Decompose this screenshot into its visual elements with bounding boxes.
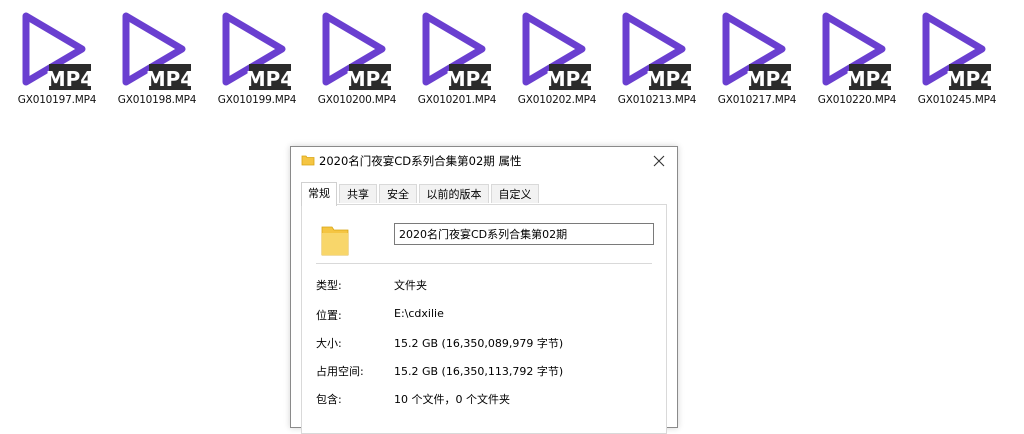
type-label: 类型: — [316, 279, 342, 292]
size-on-disk-value: 15.2 GB (16,350,113,792 字节) — [394, 365, 564, 378]
file-item[interactable]: MP4 GX010217.MP4 — [707, 0, 807, 112]
folder-name-input[interactable] — [394, 223, 654, 245]
svg-text:MP4: MP4 — [846, 67, 891, 91]
play-mp4-icon: MP4 — [222, 12, 291, 91]
play-mp4-icon: MP4 — [122, 12, 191, 91]
file-item[interactable]: MP4 GX010213.MP4 — [607, 0, 707, 112]
type-value: 文件夹 — [394, 279, 427, 292]
folder-icon — [321, 226, 349, 256]
tab-customize[interactable]: 自定义 — [491, 184, 539, 203]
file-name: GX010217.MP4 — [717, 94, 797, 106]
tab-general[interactable]: 常规 — [301, 182, 337, 206]
size-on-disk-label: 占用空间: — [316, 365, 364, 378]
file-item[interactable]: MP4 GX010245.MP4 — [907, 0, 1007, 112]
dialog-title: 2020名门夜宴CD系列合集第02期 属性 — [319, 154, 522, 168]
close-icon — [653, 155, 665, 167]
file-name: GX010220.MP4 — [817, 94, 897, 106]
play-mp4-icon: MP4 — [322, 12, 391, 91]
folder-icon — [301, 155, 315, 166]
close-button[interactable] — [647, 149, 671, 173]
file-item[interactable]: MP4 GX010197.MP4 — [7, 0, 107, 112]
file-name: GX010245.MP4 — [917, 94, 997, 106]
tab-previous-versions[interactable]: 以前的版本 — [419, 184, 489, 203]
file-name: GX010198.MP4 — [117, 94, 197, 106]
file-name: GX010200.MP4 — [317, 94, 397, 106]
svg-text:MP4: MP4 — [146, 67, 191, 91]
play-mp4-icon: MP4 — [922, 12, 991, 91]
file-item[interactable]: MP4 GX010201.MP4 — [407, 0, 507, 112]
play-mp4-icon: MP4 — [422, 12, 491, 91]
svg-text:MP4: MP4 — [446, 67, 491, 91]
file-name: GX010201.MP4 — [417, 94, 497, 106]
file-list: MP4 GX010197.MP4 MP4 GX010198.MP4 MP4 GX… — [0, 0, 1024, 120]
tab-bar: 常规 共享 安全 以前的版本 自定义 — [301, 182, 667, 206]
properties-dialog: 2020名门夜宴CD系列合集第02期 属性 常规 共享 安全 以前的版本 自定义… — [290, 146, 678, 434]
file-item[interactable]: MP4 GX010202.MP4 — [507, 0, 607, 112]
svg-text:MP4: MP4 — [646, 67, 691, 91]
file-name: GX010197.MP4 — [17, 94, 97, 106]
play-mp4-icon: MP4 — [722, 12, 791, 91]
contains-label: 包含: — [316, 393, 342, 406]
file-name: GX010202.MP4 — [517, 94, 597, 106]
svg-text:MP4: MP4 — [746, 67, 791, 91]
play-mp4-icon: MP4 — [822, 12, 891, 91]
divider — [316, 263, 652, 264]
file-name: GX010213.MP4 — [617, 94, 697, 106]
contains-value: 10 个文件，0 个文件夹 — [394, 393, 510, 406]
file-name: GX010199.MP4 — [217, 94, 297, 106]
file-item[interactable]: MP4 GX010220.MP4 — [807, 0, 907, 112]
svg-text:MP4: MP4 — [246, 67, 291, 91]
svg-text:MP4: MP4 — [346, 67, 391, 91]
general-panel: 类型: 文件夹 位置: E:\cdxilie 大小: 15.2 GB (16,3… — [301, 204, 667, 434]
svg-text:MP4: MP4 — [946, 67, 991, 91]
location-value: E:\cdxilie — [394, 307, 444, 320]
tab-sharing[interactable]: 共享 — [339, 184, 377, 203]
svg-text:MP4: MP4 — [546, 67, 591, 91]
play-mp4-icon: MP4 — [622, 12, 691, 91]
size-value: 15.2 GB (16,350,089,979 字节) — [394, 337, 564, 350]
play-mp4-icon: MP4 — [22, 12, 91, 91]
play-mp4-icon: MP4 — [522, 12, 591, 91]
dialog-titlebar[interactable]: 2020名门夜宴CD系列合集第02期 属性 — [291, 147, 677, 175]
file-item[interactable]: MP4 GX010200.MP4 — [307, 0, 407, 112]
file-item[interactable]: MP4 GX010198.MP4 — [107, 0, 207, 112]
svg-text:MP4: MP4 — [46, 67, 91, 91]
tab-security[interactable]: 安全 — [379, 184, 417, 203]
location-label: 位置: — [316, 309, 342, 322]
file-item[interactable]: MP4 GX010199.MP4 — [207, 0, 307, 112]
size-label: 大小: — [316, 337, 342, 350]
